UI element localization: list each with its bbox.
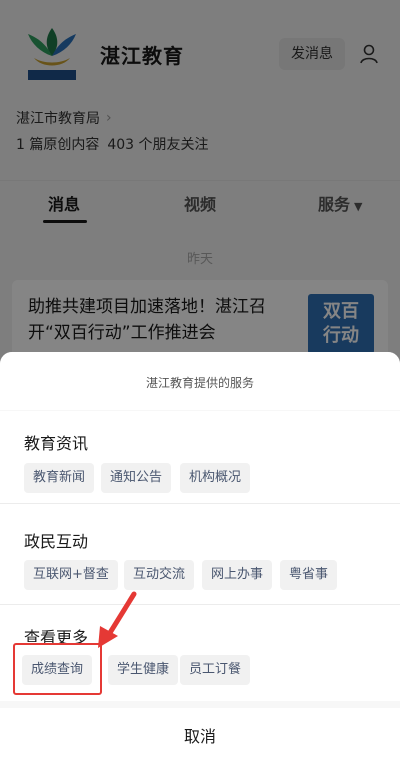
sheet-header: 湛江教育提供的服务 [0, 352, 400, 410]
service-chip[interactable]: 粤省事 [280, 560, 338, 590]
highlight-box [13, 643, 102, 695]
service-chip[interactable]: 机构概况 [180, 463, 251, 493]
section-citizen-interaction: 政民互动 互联网+督查 互动交流 网上办事 粤省事 [0, 504, 400, 604]
service-chip[interactable]: 互联网+督查 [24, 560, 118, 590]
service-chip[interactable]: 互动交流 [124, 560, 195, 590]
service-chip[interactable]: 通知公告 [101, 463, 172, 493]
cancel-button[interactable]: 取消 [0, 708, 400, 763]
section-title: 政民互动 [24, 532, 89, 551]
arrow-annotation-icon [96, 590, 140, 652]
service-chip[interactable]: 网上办事 [202, 560, 273, 590]
service-chip[interactable]: 教育新闻 [24, 463, 95, 493]
cancel-bar: 取消 [0, 708, 400, 763]
service-chip[interactable]: 学生健康 [108, 655, 179, 685]
section-education-info: 教育资讯 教育新闻 通知公告 机构概况 [0, 411, 400, 503]
section-title: 教育资讯 [24, 434, 89, 453]
service-chip[interactable]: 员工订餐 [180, 655, 251, 685]
